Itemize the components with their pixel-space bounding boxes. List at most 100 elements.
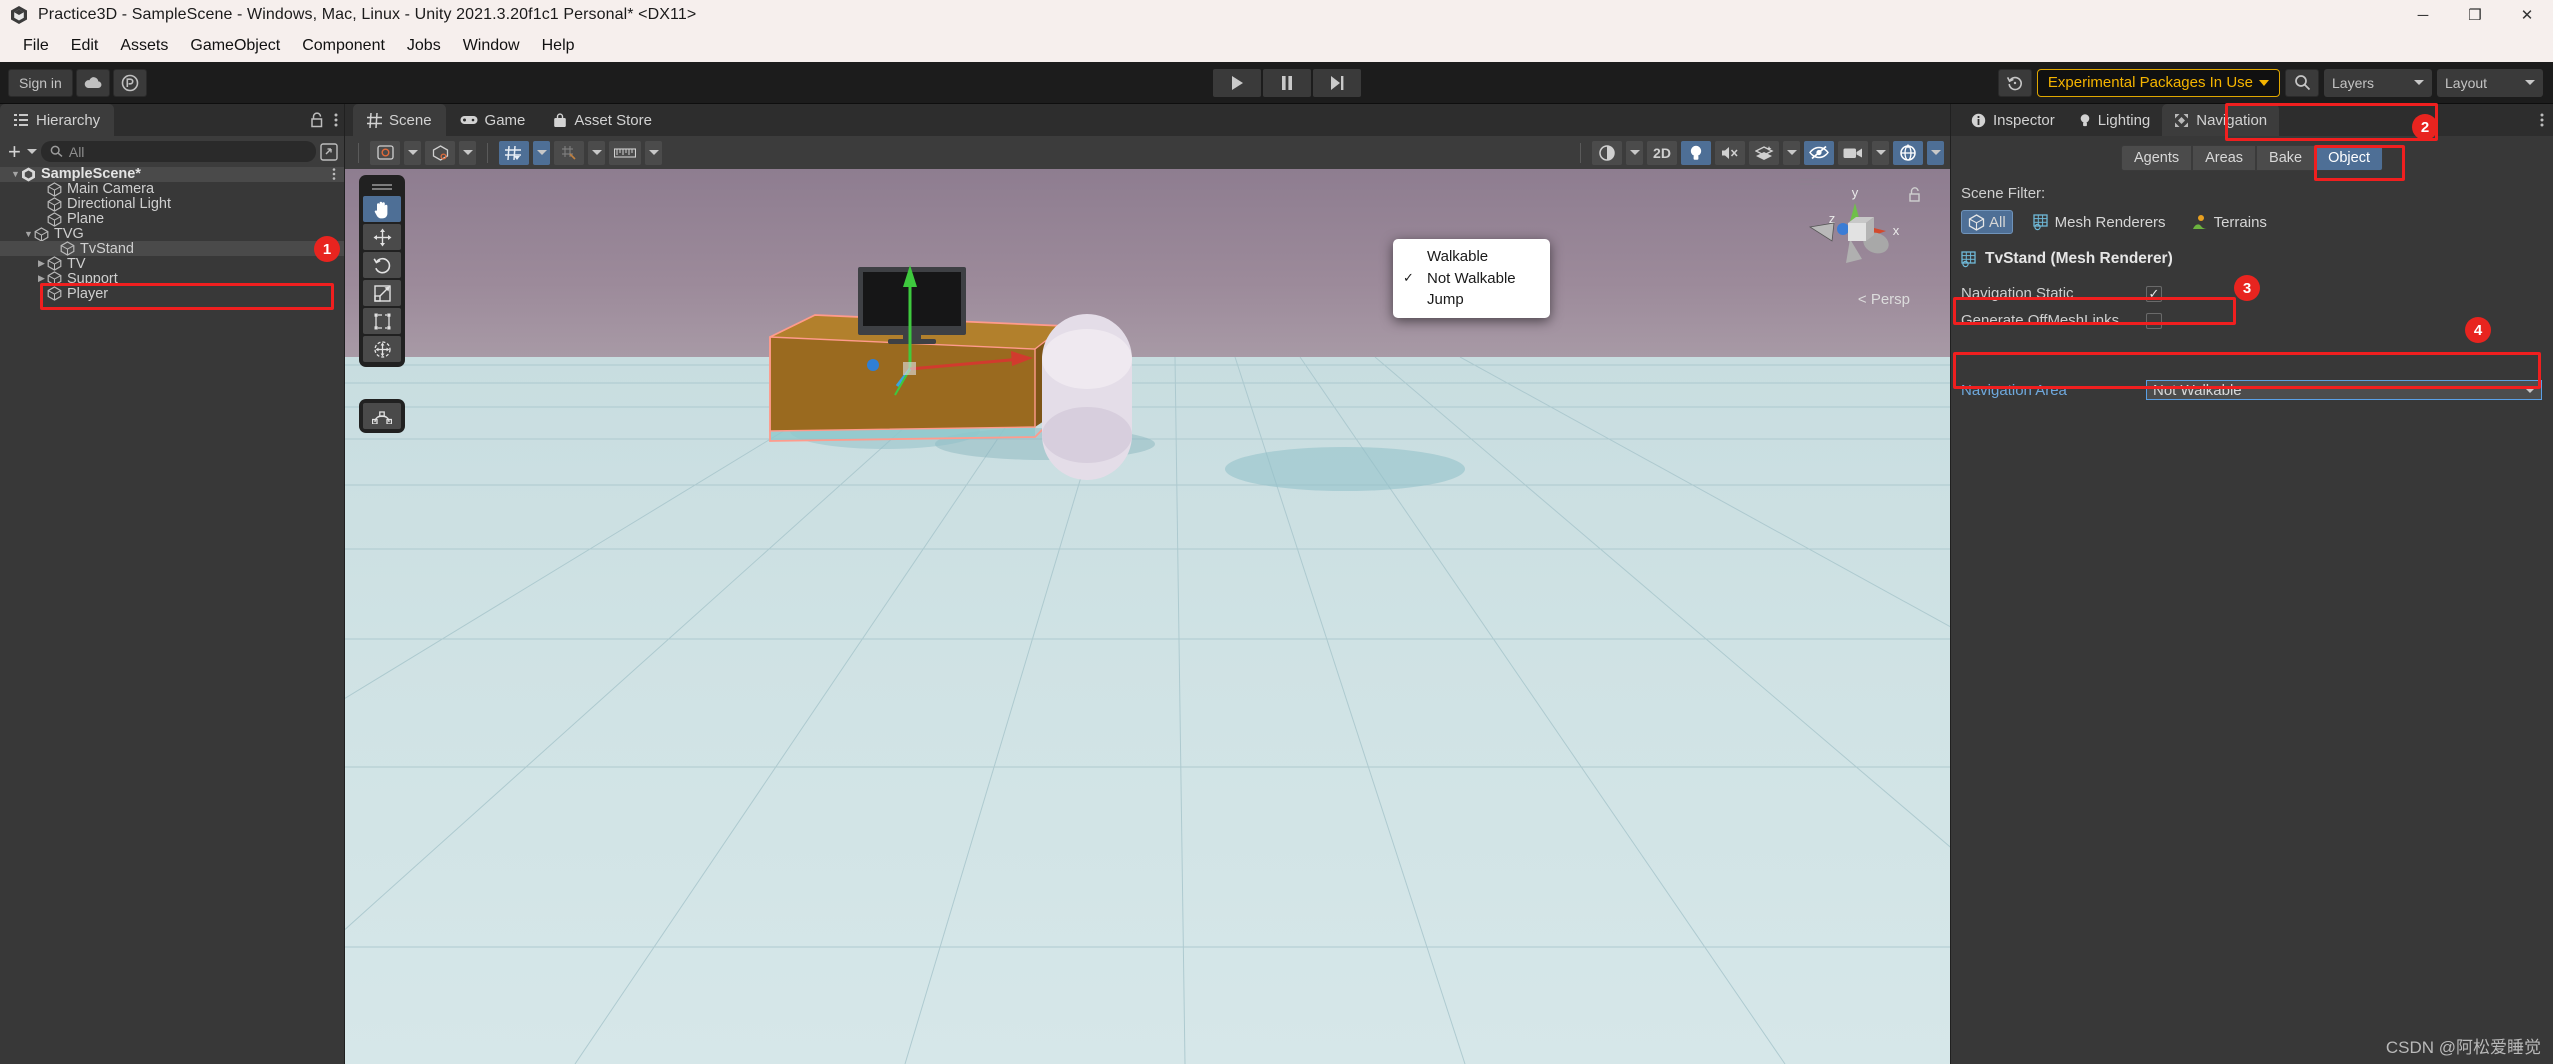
menu-jobs[interactable]: Jobs — [396, 33, 452, 59]
chevron-right-icon[interactable]: ▶ — [36, 273, 47, 284]
grid-visibility-toggle[interactable] — [499, 140, 529, 165]
camera-chevron-down-icon[interactable] — [1872, 140, 1889, 165]
subtab-bake[interactable]: Bake — [2256, 145, 2316, 171]
hierarchy-item-tv[interactable]: ▶ TV — [0, 256, 344, 272]
kebab-menu-icon[interactable] — [2540, 112, 2544, 128]
move-arrows-icon[interactable] — [363, 224, 401, 250]
draw-mode-chevron-down-icon[interactable] — [404, 140, 421, 165]
subtab-agents[interactable]: Agents — [2120, 145, 2193, 171]
add-gameobject-button[interactable]: + — [6, 140, 23, 163]
menu-help[interactable]: Help — [531, 33, 586, 59]
hierarchy-item-label: Plane — [67, 211, 105, 228]
chevron-right-icon[interactable]: ▶ — [36, 258, 47, 269]
hierarchy-item-tvstand[interactable]: TvStand — [0, 241, 344, 257]
add-dropdown-chevron-down-icon[interactable] — [26, 149, 37, 154]
gizmo-shape-button[interactable] — [425, 140, 455, 165]
lightbulb-icon[interactable] — [1681, 140, 1711, 165]
tab-scene[interactable]: Scene — [353, 104, 446, 136]
mute-audio-icon[interactable] — [1715, 140, 1745, 165]
hierarchy-item-directional-light[interactable]: Directional Light — [0, 196, 344, 212]
subtab-areas[interactable]: Areas — [2192, 145, 2257, 171]
undo-history-icon[interactable] — [1997, 68, 2032, 97]
generate-offmeshlinks-row[interactable]: Generate OffMeshLinks — [1951, 307, 2553, 334]
gizmo-shape-chevron-down-icon[interactable] — [459, 140, 476, 165]
cloud-icon[interactable] — [75, 68, 110, 97]
filter-terrains-button[interactable]: Terrains — [2186, 210, 2273, 234]
effects-icon[interactable] — [1749, 140, 1779, 165]
menu-window[interactable]: Window — [452, 33, 531, 59]
hierarchy-item-tvg[interactable]: ▼ TVG — [0, 226, 344, 242]
joint-chain-icon[interactable] — [363, 403, 401, 429]
effects-chevron-down-icon[interactable] — [1783, 140, 1800, 165]
scene-view-orientation-gizmo[interactable]: y x z — [1800, 179, 1910, 289]
grid-chevron-down-icon[interactable] — [533, 140, 550, 165]
search-input[interactable]: All — [40, 141, 316, 162]
scene-camera-mode-button[interactable] — [1592, 140, 1622, 165]
tab-game[interactable]: Game — [446, 104, 540, 136]
sign-in-button[interactable]: Sign in — [8, 68, 73, 97]
hierarchy-item-player[interactable]: Player — [0, 286, 344, 302]
scene-camera-chevron-down-icon[interactable] — [1626, 140, 1643, 165]
experimental-packages-badge[interactable]: Experimental Packages In Use — [2036, 68, 2280, 97]
ruler-chevron-down-icon[interactable] — [645, 140, 662, 165]
tab-navigation[interactable]: Navigation — [2162, 104, 2280, 136]
layout-dropdown[interactable]: Layout — [2437, 68, 2543, 97]
menu-gameobject[interactable]: GameObject — [179, 33, 291, 59]
rotate-icon[interactable] — [363, 252, 401, 278]
tab-hierarchy[interactable]: Hierarchy — [0, 104, 115, 136]
layers-dropdown[interactable]: Layers — [2324, 68, 2432, 97]
unity-toolbar: Sign in Experimental Packages In Use Lay… — [0, 62, 2553, 104]
navigation-area-dropdown[interactable]: Not Walkable — [2146, 380, 2542, 400]
gizmos-globe-icon[interactable] — [1893, 140, 1923, 165]
hierarchy-item-plane[interactable]: Plane — [0, 211, 344, 228]
filter-all-button[interactable]: All — [1961, 210, 2013, 234]
hierarchy-item-samplescene[interactable]: ▼ SampleScene* — [0, 166, 344, 182]
menu-edit[interactable]: Edit — [60, 33, 110, 59]
search-icon[interactable] — [2285, 68, 2319, 97]
menu-assets[interactable]: Assets — [109, 33, 179, 59]
draw-mode-button[interactable] — [370, 140, 400, 165]
chevron-down-icon[interactable]: ▼ — [10, 169, 21, 179]
tab-inspector[interactable]: Inspector — [1959, 104, 2067, 136]
rect-transform-icon[interactable] — [363, 308, 401, 334]
transform-combined-icon[interactable] — [363, 336, 401, 362]
lock-icon[interactable] — [310, 112, 324, 128]
tab-asset-store[interactable]: Asset Store — [539, 104, 666, 136]
minimize-button[interactable]: ─ — [2397, 0, 2449, 30]
play-button[interactable] — [1213, 68, 1261, 97]
kebab-menu-icon[interactable] — [332, 167, 336, 181]
collab-icon[interactable] — [112, 68, 147, 97]
hand-icon[interactable] — [363, 196, 401, 222]
scene-gizmo-unlock-icon[interactable] — [1908, 187, 1922, 203]
gizmos-chevron-down-icon[interactable] — [1927, 140, 1944, 165]
tab-lighting[interactable]: Lighting — [2067, 104, 2163, 136]
ruler-tool-button[interactable] — [609, 140, 641, 165]
hierarchy-item-support[interactable]: ▶ Support — [0, 271, 344, 287]
pause-button[interactable] — [1263, 68, 1311, 97]
generate-offmeshlinks-checkbox[interactable] — [2146, 312, 2162, 329]
option-jump[interactable]: Jump — [1393, 289, 1550, 311]
close-button[interactable]: ✕ — [2501, 0, 2553, 30]
step-button[interactable] — [1313, 68, 1361, 97]
toggle-2d-button[interactable]: 2D — [1647, 140, 1677, 165]
camera-icon[interactable] — [1838, 140, 1868, 165]
snap-chevron-down-icon[interactable] — [588, 140, 605, 165]
option-not-walkable[interactable]: ✓ Not Walkable — [1393, 268, 1550, 290]
scene-viewport[interactable]: y x z < Persp — [345, 169, 1950, 1064]
drag-handle-icon[interactable] — [363, 180, 401, 194]
maximize-button[interactable]: ❒ — [2449, 0, 2501, 30]
menu-component[interactable]: Component — [291, 33, 396, 59]
kebab-menu-icon[interactable] — [334, 112, 338, 128]
scale-icon[interactable] — [363, 280, 401, 306]
snap-increment-button[interactable] — [554, 140, 584, 165]
filter-mesh-renderers-button[interactable]: Mesh Renderers — [2027, 210, 2172, 234]
hierarchy-item-main-camera[interactable]: Main Camera — [0, 181, 344, 197]
menu-file[interactable]: File — [12, 33, 60, 59]
subtab-object[interactable]: Object — [2315, 145, 2384, 171]
scene-projection-mode[interactable]: < Persp — [1858, 291, 1910, 308]
chevron-down-icon[interactable]: ▼ — [23, 229, 34, 239]
option-walkable[interactable]: Walkable — [1393, 246, 1550, 268]
expand-icon[interactable] — [320, 142, 338, 161]
navigation-static-checkbox[interactable]: ✓ — [2146, 285, 2162, 302]
eye-off-icon[interactable] — [1804, 140, 1834, 165]
